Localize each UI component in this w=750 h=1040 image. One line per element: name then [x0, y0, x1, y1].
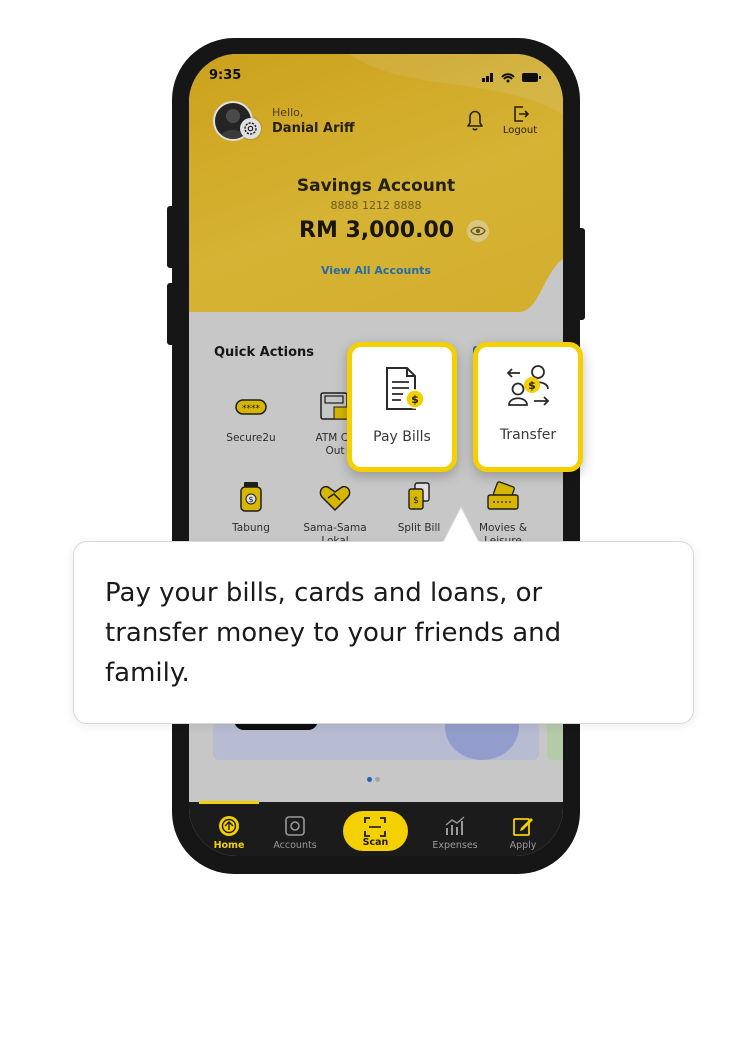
nav-expenses[interactable]: Expenses [425, 814, 485, 851]
nav-apply[interactable]: Apply [493, 814, 553, 851]
nav-label: Scan [362, 837, 389, 848]
svg-text:$: $ [411, 393, 419, 406]
pay-bills-highlight[interactable]: $ Pay Bills [347, 342, 457, 472]
pay-bills-label: Pay Bills [373, 429, 431, 445]
tooltip-text: Pay your bills, cards and loans, or tran… [105, 578, 562, 688]
volume-up-button [167, 206, 175, 268]
volume-down-button [167, 283, 175, 345]
power-button [577, 228, 585, 320]
edit-icon [513, 818, 533, 836]
tooltip-pointer [442, 505, 480, 543]
bill-icon: $ [386, 367, 425, 410]
nav-active-indicator [199, 801, 259, 804]
nav-label: Accounts [273, 840, 317, 851]
home-icon [219, 816, 239, 836]
nav-home[interactable]: Home [199, 814, 259, 851]
nav-label: Apply [509, 840, 537, 851]
nav-scan[interactable]: Scan [343, 811, 408, 851]
svg-text:$: $ [528, 379, 536, 392]
chart-icon [445, 816, 465, 835]
nav-label: Expenses [432, 840, 478, 851]
transfer-highlight[interactable]: $ Transfer [473, 342, 583, 472]
nav-accounts[interactable]: Accounts [265, 814, 325, 851]
scan-icon [364, 817, 386, 837]
nav-label: Home [213, 840, 245, 851]
onboarding-tooltip: Pay your bills, cards and loans, or tran… [73, 541, 694, 724]
transfer-label: Transfer [499, 427, 557, 443]
transfer-icon: $ [506, 365, 550, 406]
safe-icon [285, 816, 305, 836]
